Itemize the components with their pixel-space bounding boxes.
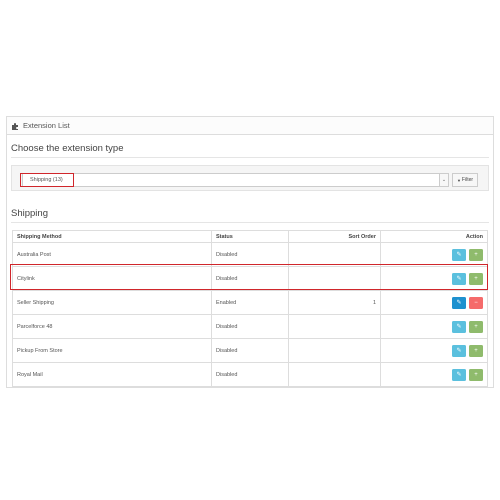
action-cell: ✎ + [380,266,488,291]
install-button[interactable]: + [469,248,483,261]
table-header-row: Shipping Method Status Sort Order Action [12,230,488,243]
shipping-method-cell: Pickup From Store [12,338,212,363]
sort-order-cell [288,362,381,387]
plus-circle-icon: + [474,323,478,330]
pencil-icon: ✎ [456,252,462,258]
chevron-down-icon: ⌄ [439,174,448,186]
shipping-method-cell: Royal Mail [12,362,212,387]
filter-button-label: Filter [461,177,474,183]
extension-type-select[interactable]: Shipping (13) ⌄ [22,173,449,187]
filter-icon: ▼ [456,177,461,183]
plus-circle-icon: + [474,347,478,354]
sort-order-cell [288,314,381,339]
sort-order-cell [288,242,381,267]
edit-button[interactable]: ✎ [452,368,466,381]
column-header-status: Status [211,230,289,243]
extension-type-value: Shipping (13) [30,177,63,183]
edit-button[interactable]: ✎ [452,272,466,285]
uninstall-button[interactable]: − [469,296,483,309]
table-row: Parcelforce 48 Disabled ✎ + [12,314,488,339]
sort-order-cell [288,266,381,291]
edit-button[interactable]: ✎ [452,248,466,261]
status-cell: Disabled [211,266,289,291]
minus-circle-icon: − [474,299,478,306]
sort-order-cell: 1 [288,290,381,315]
table-row: Citylink Disabled ✎ + [12,266,488,291]
column-header-sort-order: Sort Order [288,230,381,243]
action-cell: ✎ + [380,314,488,339]
table-row: Seller Shipping Enabled 1 ✎ − [12,290,488,315]
pencil-icon: ✎ [456,276,462,282]
edit-button[interactable]: ✎ [452,296,466,309]
action-cell: ✎ + [380,338,488,363]
status-cell: Disabled [211,362,289,387]
filter-button[interactable]: ▼ Filter [452,173,478,187]
divider [11,222,489,223]
shipping-method-cell: Citylink [12,266,212,291]
edit-button[interactable]: ✎ [452,320,466,333]
shipping-method-cell: Parcelforce 48 [12,314,212,339]
section-heading: Shipping [11,208,48,219]
action-cell: ✎ + [380,242,488,267]
install-button[interactable]: + [469,272,483,285]
shipping-method-cell: Seller Shipping [12,290,212,315]
action-cell: ✎ − [380,290,488,315]
puzzle-icon [11,122,19,130]
column-header-action: Action [380,230,488,243]
status-cell: Disabled [211,338,289,363]
action-cell: ✎ + [380,362,488,387]
choose-type-heading: Choose the extension type [11,143,124,154]
panel-heading: Extension List [7,117,493,135]
pencil-icon: ✎ [456,372,462,378]
plus-circle-icon: + [474,371,478,378]
plus-circle-icon: + [474,251,478,258]
table-row: Australia Post Disabled ✎ + [12,242,488,267]
install-button[interactable]: + [469,344,483,357]
install-button[interactable]: + [469,368,483,381]
filter-well: Shipping (13) ⌄ ▼ Filter [11,165,489,191]
pencil-icon: ✎ [456,348,462,354]
install-button[interactable]: + [469,320,483,333]
sort-order-cell [288,338,381,363]
status-cell: Disabled [211,314,289,339]
column-header-method: Shipping Method [12,230,212,243]
status-cell: Enabled [211,290,289,315]
pencil-icon: ✎ [456,300,462,306]
table-row: Pickup From Store Disabled ✎ + [12,338,488,363]
extension-list-panel: Extension List Choose the extension type… [6,116,494,388]
extensions-table: Shipping Method Status Sort Order Action… [12,230,488,387]
shipping-method-cell: Australia Post [12,242,212,267]
table-row: Royal Mail Disabled ✎ + [12,362,488,387]
divider [11,157,489,158]
status-cell: Disabled [211,242,289,267]
pencil-icon: ✎ [456,324,462,330]
plus-circle-icon: + [474,275,478,282]
edit-button[interactable]: ✎ [452,344,466,357]
panel-title: Extension List [23,121,70,130]
